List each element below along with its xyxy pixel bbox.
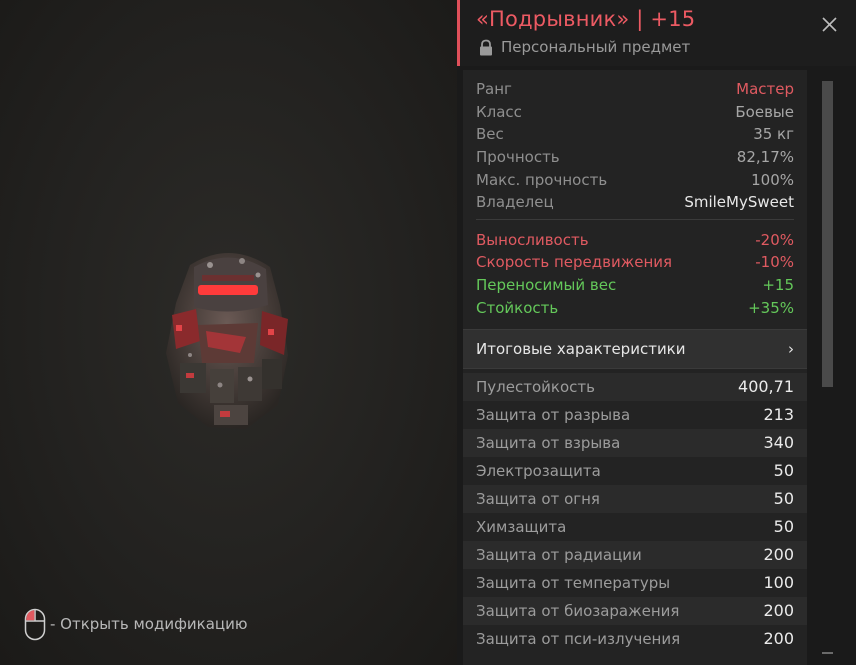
stat-value: 340 — [763, 433, 794, 453]
item-stats-scroll[interactable]: Ранг Мастер Класс Боевые Вес 35 кг Прочн… — [463, 70, 807, 665]
modifier-row: Выносливость -20% — [476, 229, 794, 252]
info-value: 82,17% — [736, 148, 794, 167]
modifier-row: Переносимый вес +15 — [476, 274, 794, 297]
item-preview-area: - Открыть модификацию — [0, 0, 457, 665]
info-value: Мастер — [736, 80, 794, 99]
modifier-value: -10% — [755, 253, 794, 272]
stat-row: Защита от взрыва 340 — [463, 428, 807, 457]
modification-hint: - Открыть модификацию — [24, 607, 248, 641]
modifier-value: -20% — [755, 230, 794, 249]
info-row-class: Класс Боевые — [476, 101, 794, 124]
info-value: 35 кг — [753, 125, 794, 144]
stat-label: Пулестойкость — [476, 377, 595, 396]
scrollbar-end — [822, 652, 833, 654]
stat-value: 200 — [763, 629, 794, 649]
stat-row: Защита от радиации 200 — [463, 540, 807, 569]
info-value: Боевые — [735, 102, 794, 121]
stat-value: 50 — [773, 489, 794, 509]
info-row-max-durability: Макс. прочность 100% — [476, 168, 794, 191]
stat-value: 400,71 — [738, 377, 794, 397]
modifier-value: +35% — [748, 298, 794, 317]
info-row-owner: Владелец SmileMySweet — [476, 191, 794, 214]
info-label: Класс — [476, 102, 522, 121]
stat-value: 200 — [763, 601, 794, 621]
info-value: SmileMySweet — [684, 193, 794, 212]
stat-row: Электрозащита 50 — [463, 457, 807, 485]
modification-hint-text: - Открыть модификацию — [50, 615, 248, 633]
lock-icon — [480, 39, 492, 55]
personal-item-label: Персональный предмет — [501, 38, 691, 56]
mouse-icon — [24, 608, 46, 640]
info-label: Вес — [476, 125, 504, 144]
modifier-row: Скорость передвижения -10% — [476, 251, 794, 274]
info-row-weight: Вес 35 кг — [476, 123, 794, 146]
info-label: Прочность — [476, 148, 560, 167]
stat-row: Пулестойкость 400,71 — [463, 372, 807, 401]
stat-row: Защита от пси-излучения 200 — [463, 625, 807, 653]
info-label: Ранг — [476, 80, 512, 99]
stat-value: 100 — [763, 573, 794, 593]
scrollbar[interactable] — [819, 80, 833, 658]
info-row-rank: Ранг Мастер — [476, 78, 794, 101]
close-icon[interactable] — [821, 16, 838, 33]
stat-label: Защита от пси-излучения — [476, 629, 681, 648]
stat-row: Защита от разрыва 213 — [463, 401, 807, 429]
modifiers-section: Выносливость -20% Скорость передвижения … — [463, 220, 807, 325]
stat-label: Защита от температуры — [476, 573, 671, 592]
armor-model-image[interactable] — [150, 245, 310, 435]
stat-value: 200 — [763, 545, 794, 565]
stat-label: Химзащита — [476, 517, 567, 536]
summary-stats-button[interactable]: Итоговые характеристики › — [463, 328, 807, 369]
stat-label: Электрозащита — [476, 461, 601, 480]
stat-label: Защита от взрыва — [476, 433, 621, 452]
modifier-label: Переносимый вес — [476, 276, 617, 295]
item-header: «Подрывник» | +15 Персональный предмет — [457, 0, 856, 66]
modifier-label: Выносливость — [476, 230, 589, 249]
stat-label: Защита от биозаражения — [476, 601, 680, 620]
item-title: «Подрывник» | +15 — [476, 7, 696, 31]
modifier-row: Стойкость +35% — [476, 296, 794, 319]
stat-value: 50 — [773, 461, 794, 481]
chevron-right-icon: › — [788, 339, 794, 358]
stat-label: Защита от разрыва — [476, 405, 631, 424]
modifier-label: Скорость передвижения — [476, 253, 673, 272]
stat-row: Защита от огня 50 — [463, 484, 807, 513]
modifier-value: +15 — [762, 276, 794, 295]
stat-row: Защита от биозаражения 200 — [463, 596, 807, 625]
stat-row: Защита от температуры 100 — [463, 569, 807, 597]
stat-label: Защита от радиации — [476, 545, 642, 564]
modifier-label: Стойкость — [476, 298, 559, 317]
info-section: Ранг Мастер Класс Боевые Вес 35 кг Прочн… — [463, 70, 807, 220]
info-value: 100% — [751, 170, 794, 189]
item-info-panel: «Подрывник» | +15 Персональный предмет Р… — [457, 0, 856, 665]
scrollbar-thumb[interactable] — [822, 81, 833, 387]
protection-stats-list: Пулестойкость 400,71 Защита от разрыва 2… — [463, 369, 807, 653]
item-subtitle: Персональный предмет — [478, 38, 690, 56]
info-label: Макс. прочность — [476, 170, 608, 189]
info-label: Владелец — [476, 193, 554, 212]
stat-label: Защита от огня — [476, 489, 600, 508]
stat-value: 213 — [763, 405, 794, 425]
info-row-durability: Прочность 82,17% — [476, 146, 794, 169]
stat-value: 50 — [773, 517, 794, 537]
summary-stats-label: Итоговые характеристики — [476, 339, 686, 358]
stat-row: Химзащита 50 — [463, 513, 807, 541]
